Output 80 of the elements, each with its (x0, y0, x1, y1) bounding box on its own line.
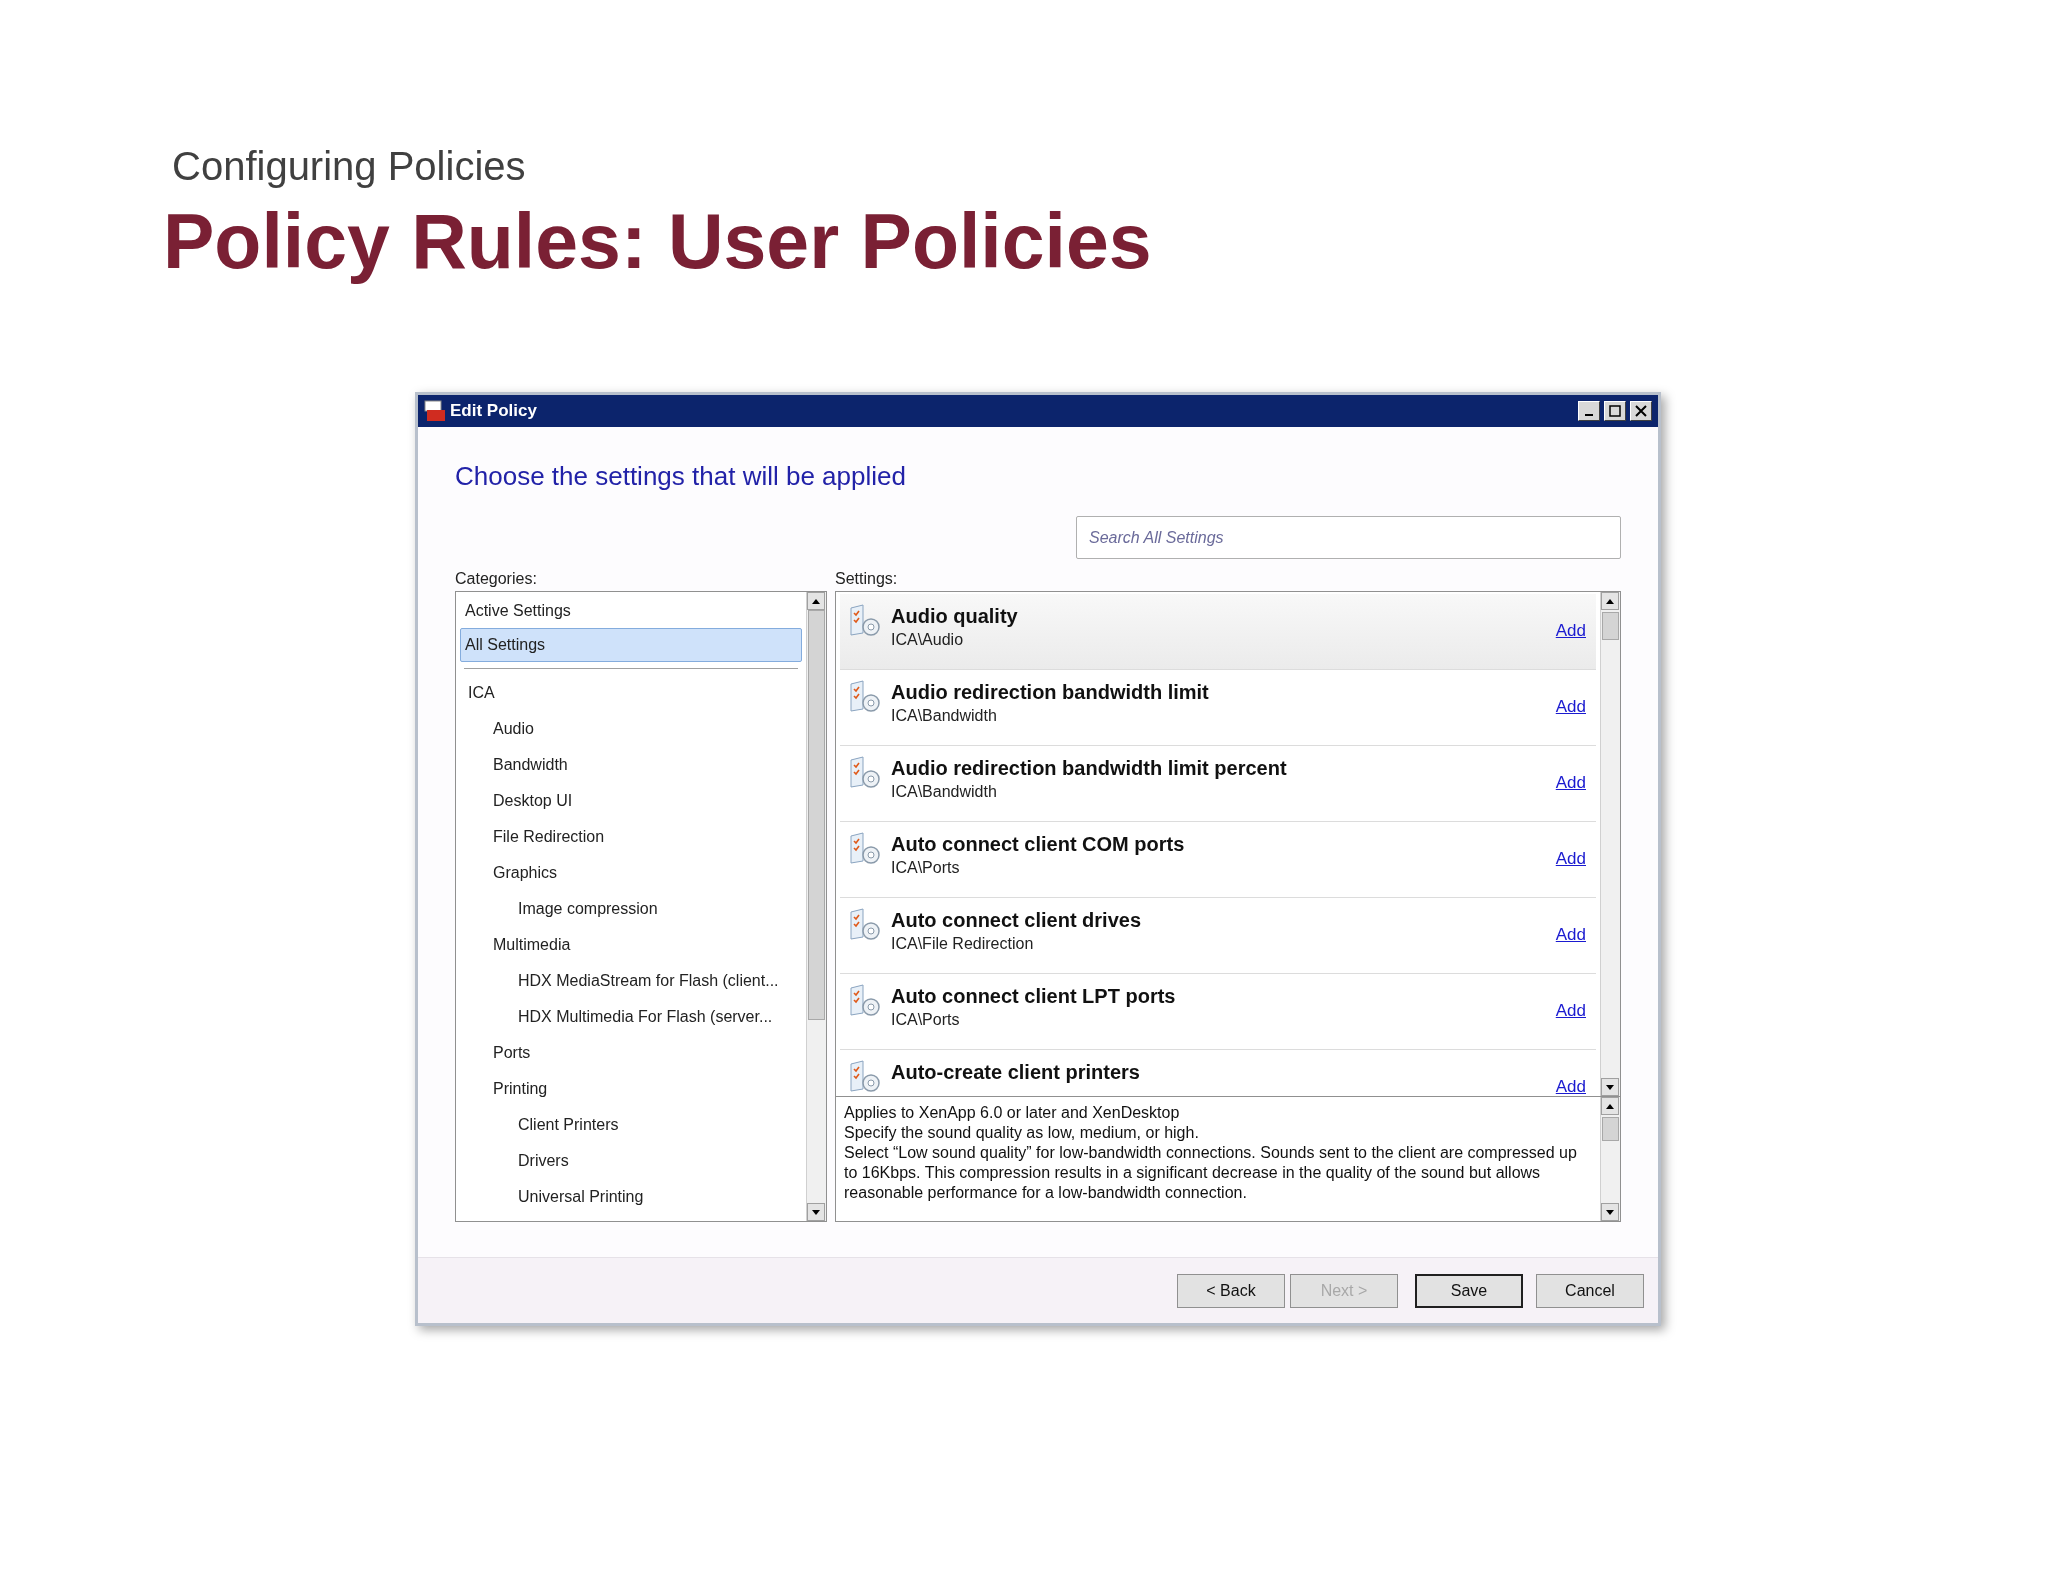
setting-path: ICA\Bandwidth (891, 706, 998, 726)
setting-path: ICA\Ports (891, 1010, 961, 1030)
close-button[interactable] (1630, 401, 1652, 421)
up-arrow-icon (1606, 1103, 1614, 1109)
add-link[interactable]: Add (1555, 770, 1586, 796)
categories-label: Categories: (455, 569, 538, 589)
category-item[interactable]: ICA (460, 675, 802, 711)
category-item[interactable]: HDX Multimedia For Flash (server... (460, 999, 802, 1035)
minimize-icon (1585, 414, 1593, 416)
settings-document-icon (848, 604, 882, 638)
scroll-thumb[interactable] (808, 610, 825, 1020)
scroll-up-button[interactable] (807, 592, 825, 610)
setting-path: ICA\Audio (891, 630, 965, 650)
description-text: Select “Low sound quality” for low-bandwidth connections. Sounds sent to the client are compressed up to 16Kbps. This compression results in a significant decrease in the quality of the sound but allows reasonable performance for a low-bandwidth connection. (844, 1143, 1578, 1203)
add-link[interactable]: Add (1555, 694, 1586, 720)
setting-path: ICA\Ports (891, 858, 961, 878)
dialog-button[interactable]: Save (1415, 1273, 1523, 1308)
maximize-button[interactable] (1604, 401, 1626, 421)
down-arrow-icon (812, 1209, 820, 1215)
scroll-thumb[interactable] (1602, 1117, 1619, 1141)
category-view-item[interactable]: All Settings (460, 628, 802, 662)
category-item[interactable]: Client Printers (460, 1107, 802, 1143)
setting-name: Auto-create client printers (891, 1060, 1141, 1085)
category-item[interactable]: File Redirection (460, 819, 802, 855)
category-item[interactable]: Audio (460, 711, 802, 747)
settings-label: Settings: (835, 569, 899, 589)
add-link[interactable]: Add (1555, 846, 1586, 872)
down-arrow-icon (1606, 1209, 1614, 1215)
dialog-button[interactable]: Cancel (1536, 1273, 1644, 1308)
window-icon (424, 400, 446, 422)
category-item[interactable]: Multimedia (460, 927, 802, 963)
settings-document-icon (848, 908, 882, 942)
window-title: Edit Policy (450, 400, 537, 423)
slide-subtitle: Configuring Policies (172, 143, 527, 190)
settings-document-icon (848, 1060, 882, 1094)
category-item[interactable]: Drivers (460, 1143, 802, 1179)
category-item[interactable]: Ports (460, 1035, 802, 1071)
scroll-up-button[interactable] (1601, 592, 1619, 610)
settings-document-icon (848, 984, 882, 1018)
category-item[interactable]: Graphics (460, 855, 802, 891)
minimize-button[interactable] (1578, 401, 1600, 421)
category-item[interactable]: Image compression (460, 891, 802, 927)
category-item[interactable]: HDX MediaStream for Flash (client... (460, 963, 802, 999)
maximize-icon (1609, 405, 1621, 417)
description-text: Applies to XenApp 6.0 or later and XenDesktop (844, 1103, 1181, 1123)
down-arrow-icon (1606, 1084, 1614, 1090)
search-field[interactable]: Search All Settings (1076, 516, 1621, 559)
setting-name: Audio redirection bandwidth limit percent (891, 756, 1288, 781)
add-link[interactable]: Add (1555, 998, 1586, 1024)
setting-row[interactable]: Audio quality ICA\Audio Add (840, 594, 1596, 670)
add-link[interactable]: Add (1555, 618, 1586, 644)
settings-document-icon (848, 756, 882, 790)
description-text: Specify the sound quality as low, medium, or high. (844, 1123, 1200, 1143)
up-arrow-icon (812, 598, 820, 604)
category-item[interactable]: Bandwidth (460, 747, 802, 783)
scroll-thumb[interactable] (1602, 612, 1619, 640)
close-icon (1635, 405, 1647, 417)
dialog-button[interactable]: < Back (1177, 1273, 1285, 1308)
setting-name: Audio redirection bandwidth limit (891, 680, 1210, 705)
up-arrow-icon (1606, 598, 1614, 604)
setting-path: ICA\Bandwidth (891, 782, 998, 802)
setting-name: Audio quality (891, 604, 1019, 629)
setting-path: ICA\File Redirection (891, 934, 1035, 954)
add-link[interactable]: Add (1555, 922, 1586, 948)
category-item[interactable]: Desktop UI (460, 783, 802, 819)
settings-document-icon (848, 832, 882, 866)
category-item[interactable]: Universal Printing (460, 1179, 802, 1215)
setting-name: Auto connect client LPT ports (891, 984, 1177, 1009)
scroll-down-button[interactable] (1601, 1078, 1619, 1096)
scroll-down-button[interactable] (807, 1203, 825, 1221)
dialog-heading: Choose the settings that will be applied (455, 460, 907, 493)
setting-name: Auto connect client drives (891, 908, 1143, 933)
scroll-down-button[interactable] (1601, 1203, 1619, 1221)
category-item[interactable]: Printing (460, 1071, 802, 1107)
add-link[interactable]: Add (1555, 1074, 1586, 1096)
slide-title: Policy Rules: User Policies (163, 197, 1153, 286)
settings-document-icon (848, 680, 882, 714)
setting-name: Auto connect client COM ports (891, 832, 1186, 857)
category-view-item[interactable]: Active Settings (460, 594, 802, 628)
scroll-up-button[interactable] (1601, 1097, 1619, 1115)
